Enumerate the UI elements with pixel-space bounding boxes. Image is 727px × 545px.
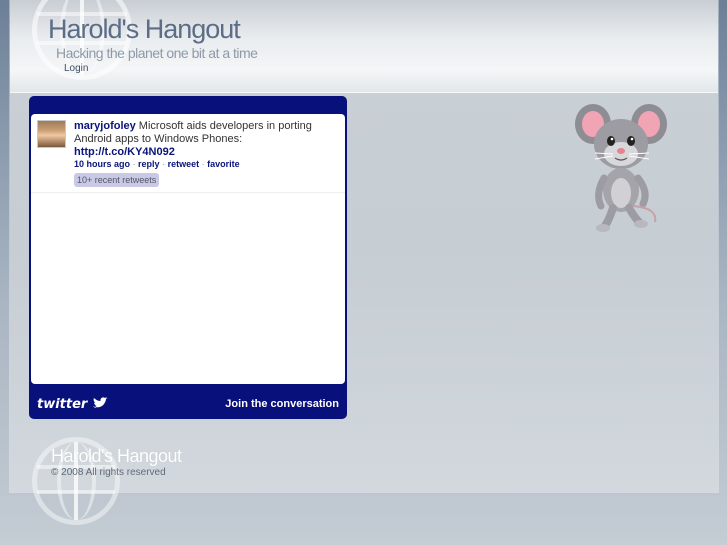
cartoon-mouse-image — [575, 104, 667, 232]
site-tagline: Hacking the planet one bit at a time — [56, 45, 258, 61]
avatar[interactable] — [37, 120, 66, 148]
twitter-logo[interactable]: twitter — [37, 397, 108, 412]
join-conversation-link[interactable]: Join the conversation — [225, 398, 339, 410]
tweet-item: maryjofoley Microsoft aids developers in… — [31, 114, 345, 193]
site-title: Harold's Hangout — [48, 14, 241, 44]
tweet-meta: 10 hours ago · reply · retweet · favorit… — [74, 159, 240, 169]
footer-title: Harold's Hangout — [51, 446, 182, 466]
tweet-username-link[interactable]: maryjofoley — [74, 120, 136, 132]
page-container: Harold's Hangout Hacking the planet one … — [10, 0, 718, 525]
tweet-retweet-link[interactable]: retweet — [168, 159, 200, 169]
tweet-time-link[interactable]: 10 hours ago — [74, 159, 130, 169]
login-link[interactable]: Login — [64, 63, 88, 74]
tweet-url-link[interactable]: http://t.co/KY4N092 — [74, 146, 175, 158]
retweets-badge[interactable]: 10+ recent retweets — [74, 173, 160, 187]
twitter-widget-body: maryjofoley Microsoft aids developers in… — [31, 114, 345, 384]
twitter-wordmark: twitter — [37, 397, 88, 412]
twitter-widget: maryjofoley Microsoft aids developers in… — [29, 96, 347, 419]
footer-copyright: © 2008 All rights reserved — [51, 467, 166, 478]
tweet-reply-link[interactable]: reply — [138, 159, 160, 169]
twitter-bird-icon — [92, 397, 108, 408]
tweet-favorite-link[interactable]: favorite — [207, 159, 240, 169]
site-header: Harold's Hangout Hacking the planet one … — [10, 0, 718, 93]
tweet-text: maryjofoley Microsoft aids developers in… — [74, 120, 334, 159]
